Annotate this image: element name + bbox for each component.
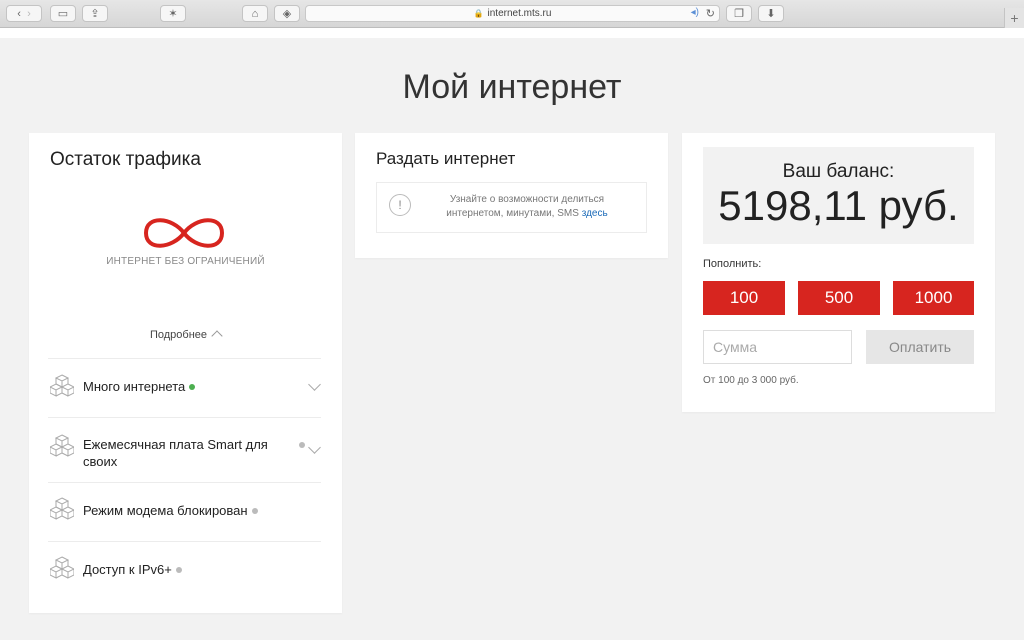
share-icon: ⇪ (90, 8, 100, 20)
address-bar[interactable]: 🔒 internet.mts.ru ◂) ↻ (305, 5, 720, 22)
topup-1000-button[interactable]: 1000 (893, 281, 974, 315)
status-badge (251, 507, 258, 514)
list-item-label: Режим модема блокирован (83, 503, 248, 518)
share-button[interactable]: ⇪ (82, 5, 108, 22)
infinity-icon (143, 218, 225, 248)
share-info-text: Узнайте о возможности делиться интернето… (446, 194, 605, 219)
lock-icon: 🔒 (473, 9, 484, 18)
downloads-button[interactable]: ⬇ (758, 5, 784, 22)
shield-button[interactable]: ◈ (274, 5, 300, 22)
unlimited-label: ИНТЕРНЕТ БЕЗ ОГРАНИЧЕНИЙ (106, 256, 265, 267)
balance-box: Ваш баланс: 5198,11 руб. (703, 147, 974, 244)
balance-label: Ваш баланс: (782, 161, 895, 182)
list-item-label: Доступ к IPv6+ (83, 562, 172, 577)
new-tab-button[interactable]: + (1004, 8, 1024, 28)
share-title: Раздать интернет (376, 149, 516, 168)
sum-input[interactable] (703, 330, 852, 364)
list-item[interactable]: Много интернета (48, 358, 321, 417)
traffic-options-list: Много интернета Ежемесячная плата Smart … (48, 358, 321, 600)
forward-icon[interactable]: › (27, 8, 31, 20)
list-item[interactable]: Доступ к IPv6+ (48, 541, 321, 600)
status-badge (189, 383, 196, 390)
back-forward-buttons[interactable]: ‹ › (6, 5, 42, 22)
sidebar-icon: ▭ (57, 8, 69, 20)
tab-bar (0, 28, 1024, 38)
exclamation-icon: ! (389, 194, 411, 216)
download-icon: ⬇ (766, 8, 776, 20)
share-details-link[interactable]: здесь (582, 208, 608, 219)
topup-label: Пополнить: (703, 258, 762, 270)
browser-toolbar: ‹ › ▭ ⇪ ✶ ⌂ ◈ 🔒 internet.mts.ru ◂) ↻ ❐ ⬇ (0, 0, 1024, 28)
home-button[interactable]: ⌂ (242, 5, 268, 22)
audio-icon[interactable]: ◂) (691, 7, 699, 18)
pay-button[interactable]: Оплатить (866, 330, 974, 364)
status-badge (299, 442, 305, 448)
back-icon[interactable]: ‹ (17, 8, 21, 20)
share-internet-card: Раздать интернет ! Узнайте о возможности… (355, 133, 668, 258)
share-info-box: ! Узнайте о возможности делиться интерне… (376, 182, 647, 233)
cubes-icon (50, 374, 74, 397)
list-item[interactable]: Ежемесячная плата Smart для своих (48, 417, 321, 482)
status-badge (175, 566, 182, 573)
topup-500-button[interactable]: 500 (798, 281, 880, 315)
cubes-icon (50, 434, 74, 457)
chevron-down-icon[interactable] (308, 441, 321, 454)
balance-amount: 5198,11 руб. (718, 182, 959, 229)
more-details-toggle[interactable]: Подробнее (29, 329, 342, 342)
reader-button[interactable]: ✶ (160, 5, 186, 22)
reload-icon[interactable]: ↻ (706, 7, 715, 20)
list-item-label: Много интернета (83, 379, 186, 394)
reader-icon: ✶ (168, 8, 178, 20)
tabs-overview-button[interactable]: ❐ (726, 5, 752, 22)
list-item[interactable]: Режим модема блокирован (48, 482, 321, 541)
traffic-card: Остаток трафика ИНТЕРНЕТ БЕЗ ОГРАНИЧЕНИЙ… (29, 133, 342, 613)
list-item-label: Ежемесячная плата Smart для своих (83, 437, 268, 469)
cubes-icon (50, 497, 74, 520)
more-label: Подробнее (149, 329, 208, 341)
amount-range-note: От 100 до 3 000 руб. (703, 375, 799, 386)
sidebar-toggle-button[interactable]: ▭ (50, 5, 76, 22)
home-icon: ⌂ (251, 7, 259, 20)
page-title: Мой интернет (402, 68, 622, 106)
cubes-icon (50, 556, 74, 579)
url-text: internet.mts.ru (487, 8, 552, 19)
balance-card: Ваш баланс: 5198,11 руб. Пополнить: 100 … (682, 133, 995, 412)
plus-icon: + (1010, 10, 1019, 26)
topup-100-button[interactable]: 100 (703, 281, 785, 315)
shield-icon: ◈ (282, 8, 292, 20)
chevron-up-icon (211, 330, 223, 342)
chevron-down-icon[interactable] (308, 378, 321, 391)
tabs-icon: ❐ (734, 8, 744, 20)
traffic-title: Остаток трафика (50, 149, 201, 170)
